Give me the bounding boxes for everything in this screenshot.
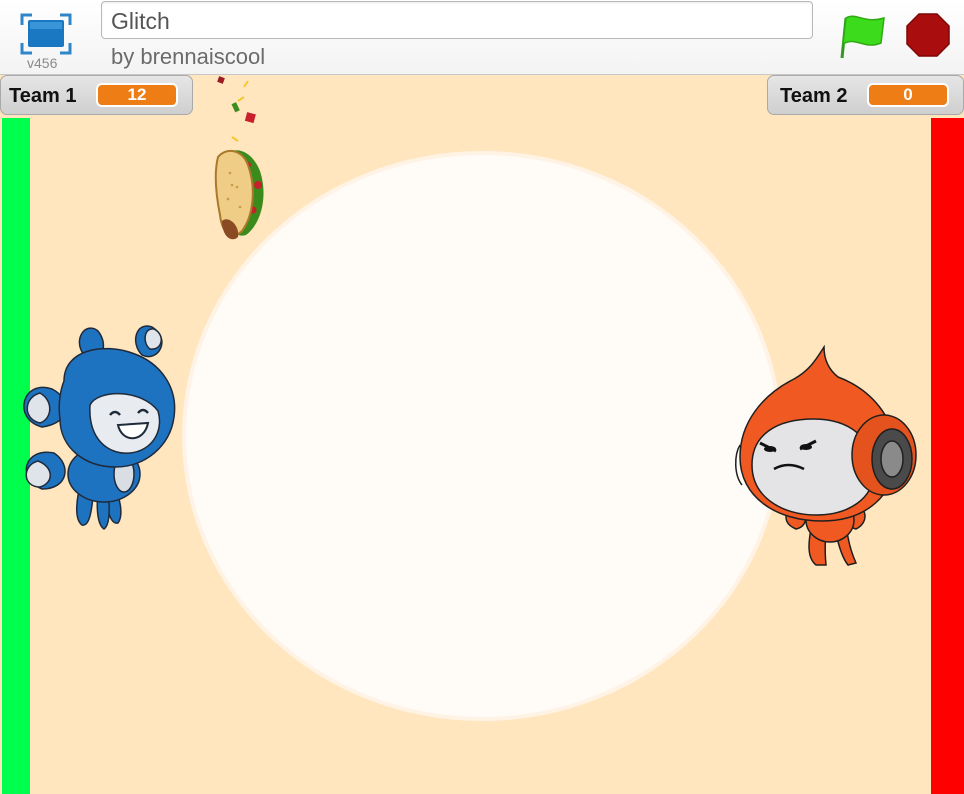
green-flag-icon[interactable] xyxy=(838,10,888,60)
stop-sign-icon[interactable] xyxy=(903,10,953,60)
game-stage[interactable]: Team 1 12 Team 2 0 xyxy=(0,75,964,794)
team1-score: 12 xyxy=(96,83,178,107)
team2-goal xyxy=(931,118,964,794)
project-title-field[interactable]: Glitch xyxy=(101,1,813,39)
fullscreen-icon[interactable] xyxy=(18,12,74,56)
team2-score-monitor[interactable]: Team 2 0 xyxy=(767,75,964,115)
author-label[interactable]: by brennaiscool xyxy=(111,44,265,70)
player-header: v456 Glitch by brennaiscool xyxy=(0,0,964,75)
team2-score: 0 xyxy=(867,83,949,107)
team2-label: Team 2 xyxy=(780,85,848,107)
version-label: v456 xyxy=(27,55,58,71)
orange-character-sprite[interactable] xyxy=(728,344,928,580)
taco-sprite[interactable] xyxy=(208,75,278,250)
team1-score-monitor[interactable]: Team 1 12 xyxy=(0,75,193,115)
team1-label: Team 1 xyxy=(9,85,77,107)
blue-character-sprite[interactable] xyxy=(12,319,187,544)
